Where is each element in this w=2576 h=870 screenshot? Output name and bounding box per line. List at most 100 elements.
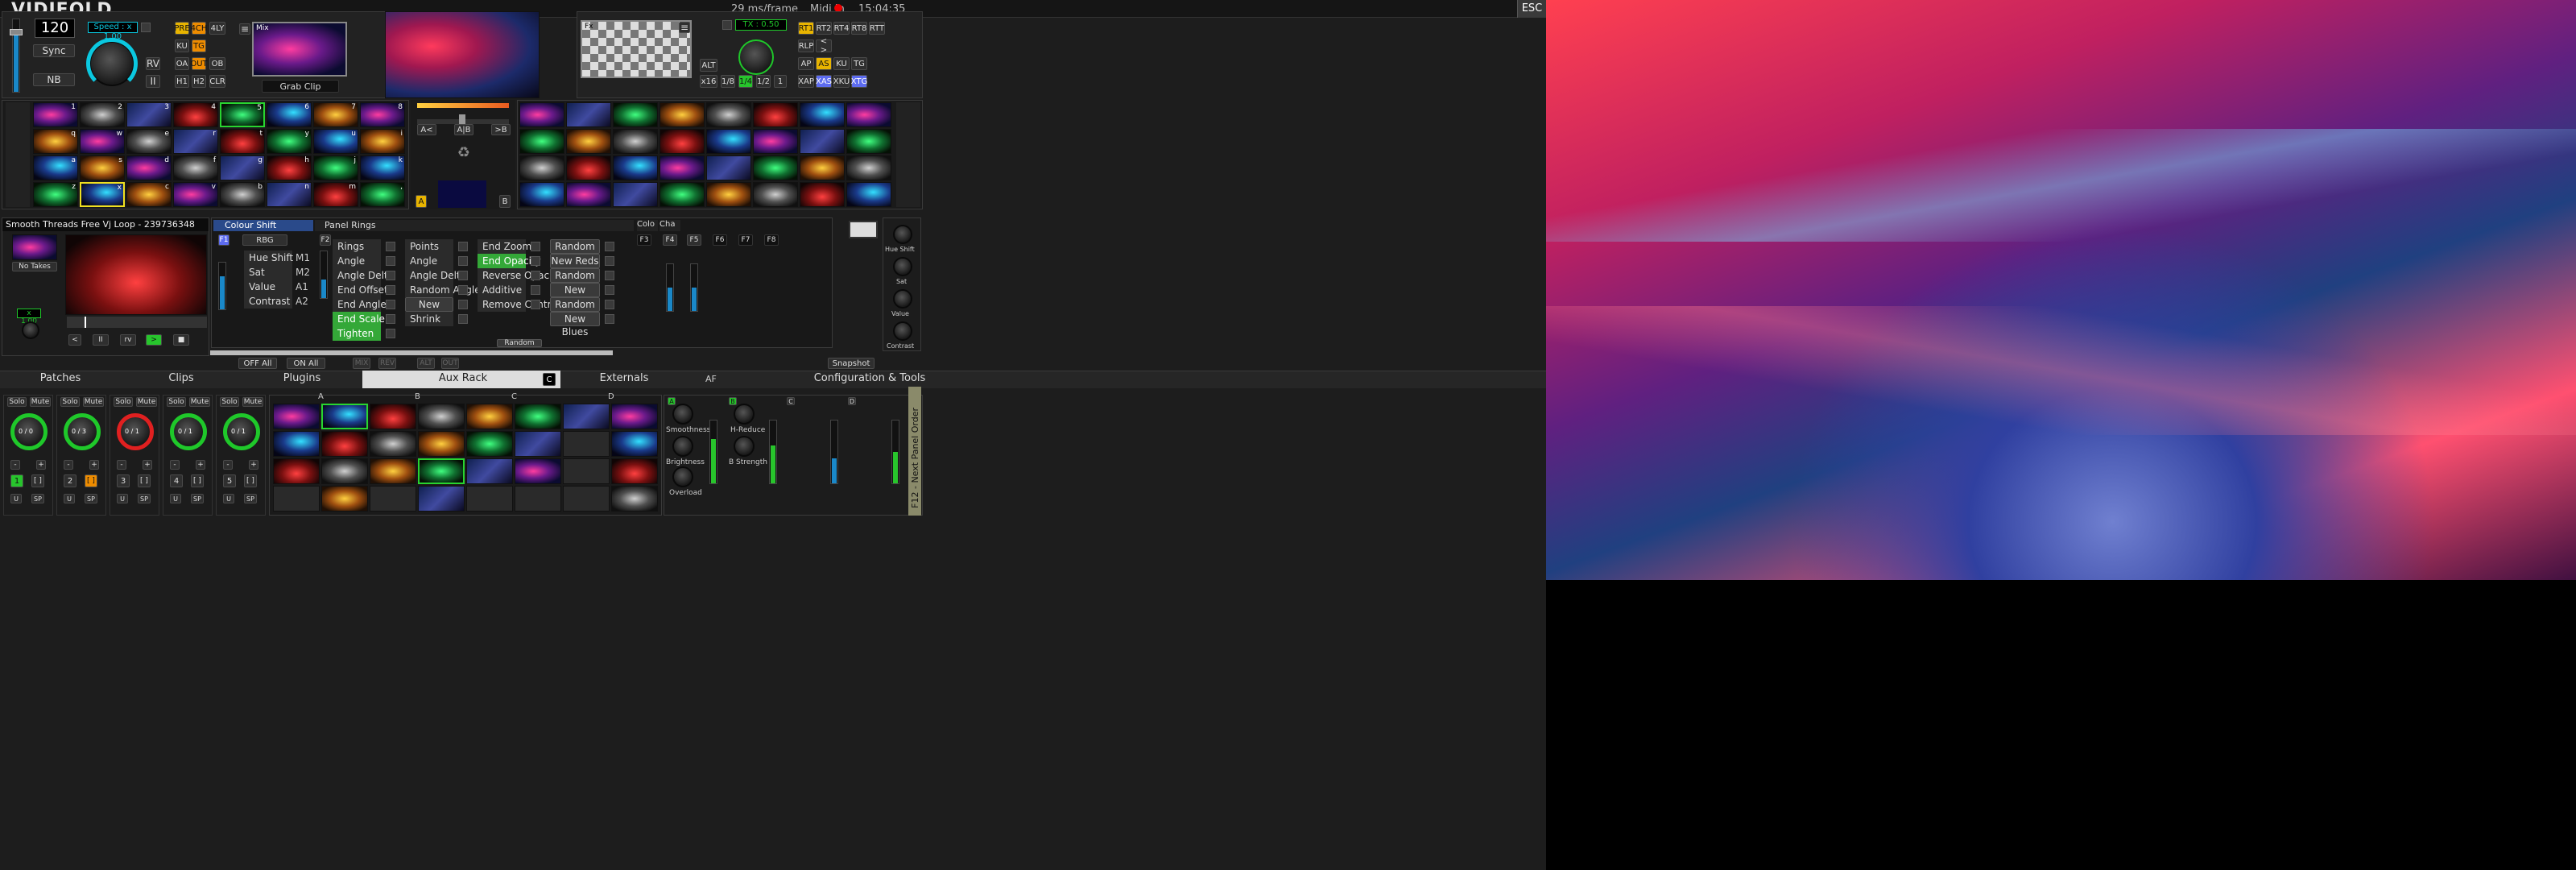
clip-slot[interactable]: 8 <box>360 102 405 127</box>
fx-menu-button[interactable]: ≡ <box>679 22 690 33</box>
aux-clip-slot[interactable] <box>273 458 320 484</box>
aux-clip-slot[interactable] <box>418 486 465 512</box>
rtt-button[interactable]: RTT <box>869 22 885 35</box>
hue-shift-knob[interactable] <box>893 225 912 244</box>
aux-clip-slot[interactable] <box>515 458 561 484</box>
aux-clip-slot[interactable] <box>466 431 513 457</box>
clip-slot[interactable]: 7 <box>313 102 358 127</box>
aux-clip-slot[interactable] <box>611 404 658 429</box>
clip-slot[interactable]: e <box>126 129 172 154</box>
smoothness-knob[interactable] <box>672 404 693 425</box>
aux-fader-c[interactable] <box>830 420 838 484</box>
aux-clip-slot[interactable] <box>321 404 368 429</box>
mode-4ch[interactable]: 4CH <box>191 22 207 35</box>
clip-slot[interactable]: q <box>33 129 78 154</box>
clip-slot[interactable] <box>660 182 705 207</box>
rt1-button[interactable]: RT1 <box>798 22 814 35</box>
hue-shift-param[interactable]: Hue Shift <box>244 251 293 265</box>
f7-button[interactable]: F7 <box>738 234 753 246</box>
reverse-loop-button[interactable]: < > <box>816 37 832 55</box>
aux-clip-slot[interactable] <box>321 486 368 512</box>
param-toggle[interactable] <box>458 242 468 251</box>
f4-fader[interactable] <box>666 263 674 312</box>
clip-slot[interactable]: h <box>267 155 312 180</box>
aux-clip-slot[interactable] <box>515 486 561 512</box>
bracket-button[interactable]: [ ] <box>85 474 97 487</box>
clip-slot[interactable] <box>753 155 798 180</box>
clip-reverse-button[interactable]: rv <box>120 334 136 346</box>
clip-slot[interactable]: i <box>360 129 405 154</box>
aux-fx-c-button[interactable]: C <box>787 397 795 405</box>
rlp-button[interactable]: RLP <box>798 39 814 52</box>
bpm-display[interactable]: 120 <box>35 19 75 38</box>
aux-fader-a[interactable] <box>709 420 717 484</box>
clip-slot[interactable] <box>660 129 705 154</box>
aux-clip-slot[interactable] <box>273 486 320 512</box>
plus-button[interactable]: + <box>36 460 46 470</box>
mix-menu-button[interactable]: ≡ <box>239 23 250 35</box>
aux-clip-slot[interactable] <box>466 486 513 512</box>
tab-configuration[interactable]: Configuration & Tools <box>805 372 934 387</box>
sat-param[interactable]: Sat <box>244 265 292 280</box>
rings-param[interactable]: Remove Centre <box>478 297 557 312</box>
clip-slot[interactable] <box>660 155 705 180</box>
aux-clip-slot[interactable] <box>370 404 416 429</box>
plus-button[interactable]: + <box>249 460 258 470</box>
as-button[interactable]: AS <box>816 57 832 70</box>
sync-button[interactable]: Sync <box>33 44 75 57</box>
clip-slot[interactable]: k <box>360 155 405 180</box>
param-toggle[interactable] <box>386 242 395 251</box>
colour-fader[interactable] <box>218 262 226 310</box>
rate-1[interactable]: 1 <box>774 75 787 88</box>
off-all-button[interactable]: OFF All <box>238 358 277 369</box>
clip-slot[interactable] <box>846 129 891 154</box>
rings-param[interactable]: Angle <box>405 254 453 268</box>
clip-timeline[interactable] <box>67 317 207 328</box>
speed-display[interactable]: Speed : x 1.00 <box>88 22 138 41</box>
param-toggle[interactable] <box>531 271 540 280</box>
rings-param[interactable]: New Reds <box>550 254 600 268</box>
param-toggle[interactable] <box>605 285 614 295</box>
aux-clip-slot[interactable] <box>418 404 465 429</box>
mode-h1[interactable]: H1 <box>175 75 189 88</box>
contrast-knob[interactable] <box>893 321 912 341</box>
crossfade-a-button[interactable]: A< <box>417 124 436 135</box>
param-toggle[interactable] <box>605 314 614 324</box>
clip-slot[interactable] <box>566 155 611 180</box>
u-button[interactable]: U <box>117 494 128 503</box>
f5-button[interactable]: F5 <box>687 234 701 246</box>
aux-clip-slot[interactable] <box>273 431 320 457</box>
mode-ob[interactable]: OB <box>209 57 225 70</box>
clip-thumb[interactable] <box>12 234 57 260</box>
alt-dim-button[interactable]: ALT <box>417 358 435 369</box>
clip-slot[interactable]: s <box>80 155 125 180</box>
mode-ku[interactable]: KU <box>175 39 189 52</box>
mode-clr[interactable]: CLR <box>209 75 225 88</box>
deck-b-tag[interactable]: B <box>499 195 511 208</box>
clip-slot[interactable]: z <box>33 182 78 207</box>
mode-out[interactable]: OUT <box>190 57 208 70</box>
f1-button[interactable]: F1 <box>218 234 229 246</box>
minus-button[interactable]: - <box>64 460 73 470</box>
clip-slot[interactable] <box>706 182 751 207</box>
clip-slot[interactable]: v <box>173 182 218 207</box>
clip-speed-knob[interactable] <box>22 321 39 339</box>
plus-button[interactable]: + <box>143 460 152 470</box>
mute-button[interactable]: Mute <box>83 397 104 407</box>
channel-number-button[interactable]: 4 <box>170 474 183 487</box>
aux-fader-d[interactable] <box>891 420 899 484</box>
next-panel-order-bar[interactable]: F12 - Next Panel Order <box>908 387 921 516</box>
param-toggle[interactable] <box>386 329 395 338</box>
clip-slot[interactable] <box>846 155 891 180</box>
solo-button[interactable]: Solo <box>114 397 133 407</box>
snapshot-button[interactable]: Snapshot <box>828 358 875 369</box>
aux-clip-slot[interactable] <box>563 404 610 429</box>
rv-button[interactable]: RV <box>146 57 160 70</box>
ap-button[interactable]: AP <box>798 57 814 70</box>
tab-externals[interactable]: Externals <box>588 372 660 387</box>
solo-button[interactable]: Solo <box>60 397 80 407</box>
rings-param[interactable]: New Angles <box>405 297 453 323</box>
clip-slot[interactable]: x <box>80 182 125 207</box>
aux-clip-slot[interactable] <box>466 458 513 484</box>
on-all-button[interactable]: ON All <box>287 358 325 369</box>
